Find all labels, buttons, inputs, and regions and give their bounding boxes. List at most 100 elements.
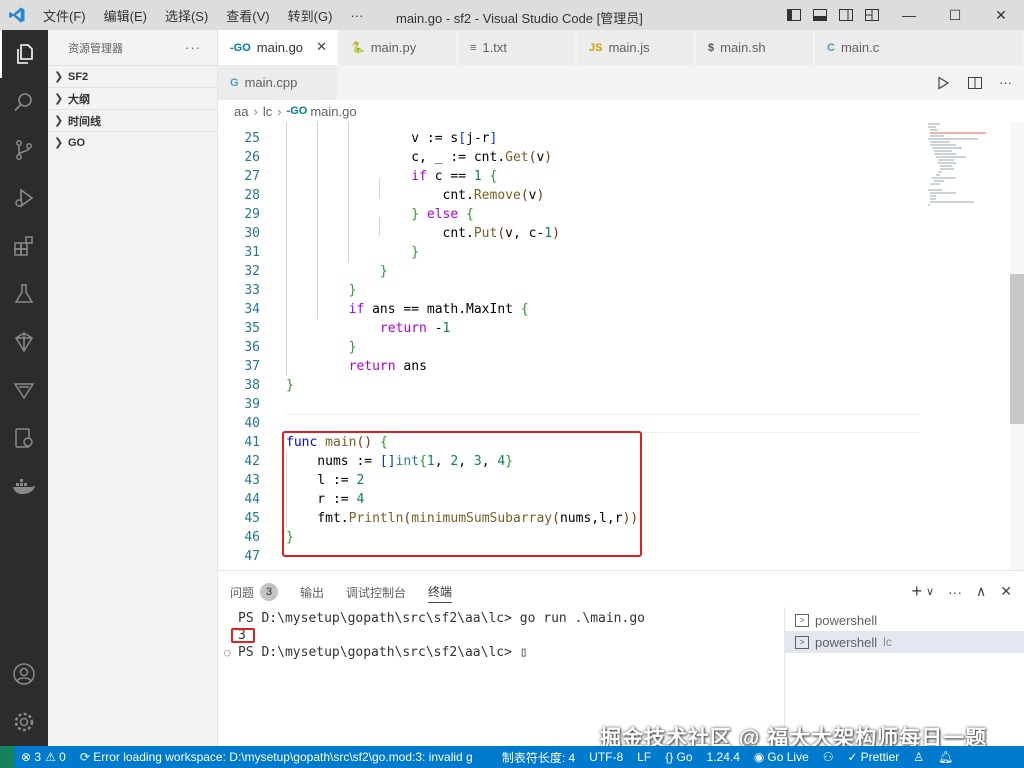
panel-actions: + ∨ ··· ∧ ✕ [911, 581, 1012, 602]
close-panel-icon[interactable]: ✕ [1000, 583, 1012, 600]
testing-icon[interactable] [0, 270, 48, 318]
cpp-file-icon: G [230, 76, 239, 89]
tab-label: main.go [256, 40, 304, 55]
tab-main-go[interactable]: -GO main.go ✕ [218, 30, 338, 65]
tab-output[interactable]: 输出 [300, 581, 324, 603]
problems-warnings[interactable]: ⚠ 0 [43, 746, 73, 768]
settings-sync-icon[interactable] [0, 414, 48, 462]
tab-main-js[interactable]: JS main.js [577, 30, 695, 65]
line-number: 44 [244, 492, 260, 507]
problems-count-badge: 3 [260, 583, 279, 601]
breadcrumb-item-aa[interactable]: aa [234, 104, 248, 119]
line-number: 27 [244, 169, 260, 184]
line-number: 43 [244, 473, 260, 488]
extensions-icon[interactable] [0, 222, 48, 270]
accounts-status-icon[interactable]: ♙ [906, 746, 931, 768]
tab-debug-console[interactable]: 调试控制台 [346, 581, 406, 603]
line-number: 25 [244, 131, 260, 146]
close-tab-icon[interactable]: ✕ [316, 39, 327, 55]
line-number: 31 [244, 245, 260, 260]
minimap[interactable] [926, 122, 1012, 222]
sidebar-section-timeline[interactable]: ❯ 时间线 [48, 109, 217, 131]
line-number: 45 [244, 511, 260, 526]
more-actions-icon[interactable]: ··· [999, 75, 1012, 91]
sidebar-more-button[interactable]: ··· [185, 40, 201, 55]
menu-file[interactable]: 文件(F) [34, 6, 95, 25]
menu-view[interactable]: 查看(V) [217, 6, 278, 25]
encoding-setting[interactable]: UTF-8 [582, 746, 630, 768]
line-number: 37 [244, 359, 260, 374]
tab-problems[interactable]: 问题 3 [230, 581, 279, 603]
gitlens-icon[interactable] [0, 366, 48, 414]
new-terminal-icon[interactable]: + [911, 581, 922, 602]
code-line: l := 2 [286, 473, 365, 488]
tab-1-txt[interactable]: ≡ 1.txt [458, 30, 576, 65]
vertical-scrollbar-thumb[interactable] [1010, 274, 1024, 424]
docker-icon[interactable] [0, 462, 48, 510]
code-line: if c == 1 { [411, 169, 498, 184]
maximize-button[interactable]: ☐ [932, 0, 978, 30]
prettier-button[interactable]: ✓ Prettier [841, 746, 907, 768]
status-bar: ⊗ 3 ⚠ 0 ⟳ Error loading workspace: D:\my… [0, 746, 1024, 768]
status-message[interactable]: ⟳ Error loading workspace: D:\mysetup\go… [73, 746, 495, 768]
shell-file-icon: $ [708, 41, 715, 54]
menu-selection[interactable]: 选择(S) [156, 6, 217, 25]
eol-setting[interactable]: LF [630, 746, 658, 768]
menu-go[interactable]: 转到(G) [279, 6, 342, 25]
sidebar-section-outline[interactable]: ❯ 大纲 [48, 87, 217, 109]
breadcrumb-separator-icon: › [253, 103, 258, 119]
breadcrumb-item-lc[interactable]: lc [263, 104, 272, 119]
notifications-bell-icon[interactable]: 🔔︎ [931, 746, 960, 768]
source-control-icon[interactable] [0, 126, 48, 174]
sidebar-section-go[interactable]: ❯ GO [48, 131, 217, 153]
breadcrumb: aa › lc › -GO main.go [218, 100, 1024, 122]
breadcrumb-item-file[interactable]: main.go [310, 104, 356, 119]
tab-main-sh[interactable]: $ main.sh [696, 30, 814, 65]
code-editor[interactable]: 25 26 27 28 29 30 31 32 33 34 35 36 37 3… [218, 122, 1024, 570]
manage-gear-icon[interactable] [0, 698, 48, 746]
customize-layout-icon[interactable] [864, 7, 880, 23]
tab-main-cpp[interactable]: G main.cpp [218, 65, 338, 100]
chevron-right-icon: ❯ [54, 115, 64, 127]
line-number: 42 [244, 454, 260, 469]
editor-actions: ··· [935, 75, 1012, 91]
menu-more[interactable]: ··· [341, 8, 372, 23]
remote-explorer-icon[interactable] [0, 318, 48, 366]
terminal-item-powershell-lc[interactable]: > powershell lc [785, 631, 1024, 653]
chevron-down-icon[interactable]: ∨ [926, 585, 934, 598]
minimize-button[interactable]: — [886, 0, 932, 30]
window-title: main.go - sf2 - Visual Studio Code [管理员] [396, 11, 643, 26]
menu-edit[interactable]: 编辑(E) [95, 6, 156, 25]
maximize-panel-icon[interactable]: ∧ [976, 583, 986, 600]
sidebar-section-sf2[interactable]: ❯ SF2 [48, 65, 217, 87]
tab-main-c[interactable]: C main.c [815, 30, 1024, 65]
tab-label: 输出 [300, 585, 325, 600]
indentation-setting[interactable]: 制表符长度: 4 [495, 746, 582, 768]
toggle-secondary-sidebar-icon[interactable] [838, 7, 854, 23]
tab-terminal[interactable]: 终端 [428, 581, 453, 603]
more-actions-icon[interactable]: ··· [948, 584, 962, 600]
line-number: 38 [244, 378, 260, 393]
terminal-item-powershell[interactable]: > powershell [785, 609, 1024, 631]
language-mode[interactable]: {} Go [658, 746, 699, 768]
go-version[interactable]: 1.24.4 [700, 746, 747, 768]
remote-indicator-icon[interactable] [0, 746, 14, 768]
run-file-icon[interactable] [935, 75, 951, 91]
accounts-icon[interactable] [0, 650, 48, 698]
close-window-button[interactable]: ✕ [978, 0, 1024, 30]
explorer-icon[interactable] [0, 30, 48, 78]
chevron-right-icon: ❯ [54, 137, 64, 149]
toggle-sidebar-icon[interactable] [786, 7, 802, 23]
go-file-icon: -GO [286, 105, 308, 117]
tab-main-py[interactable]: 🐍 main.py [339, 30, 457, 65]
line-number: 41 [244, 435, 260, 450]
js-file-icon: JS [589, 41, 603, 54]
copilot-icon[interactable]: ⚇ [816, 746, 841, 768]
problems-errors[interactable]: ⊗ 3 [14, 746, 43, 768]
section-label: 时间线 [68, 115, 101, 128]
split-editor-icon[interactable] [967, 75, 983, 91]
go-live-button[interactable]: ◉ Go Live [747, 746, 816, 768]
toggle-panel-icon[interactable] [812, 7, 828, 23]
run-debug-icon[interactable] [0, 174, 48, 222]
search-icon[interactable] [0, 78, 48, 126]
